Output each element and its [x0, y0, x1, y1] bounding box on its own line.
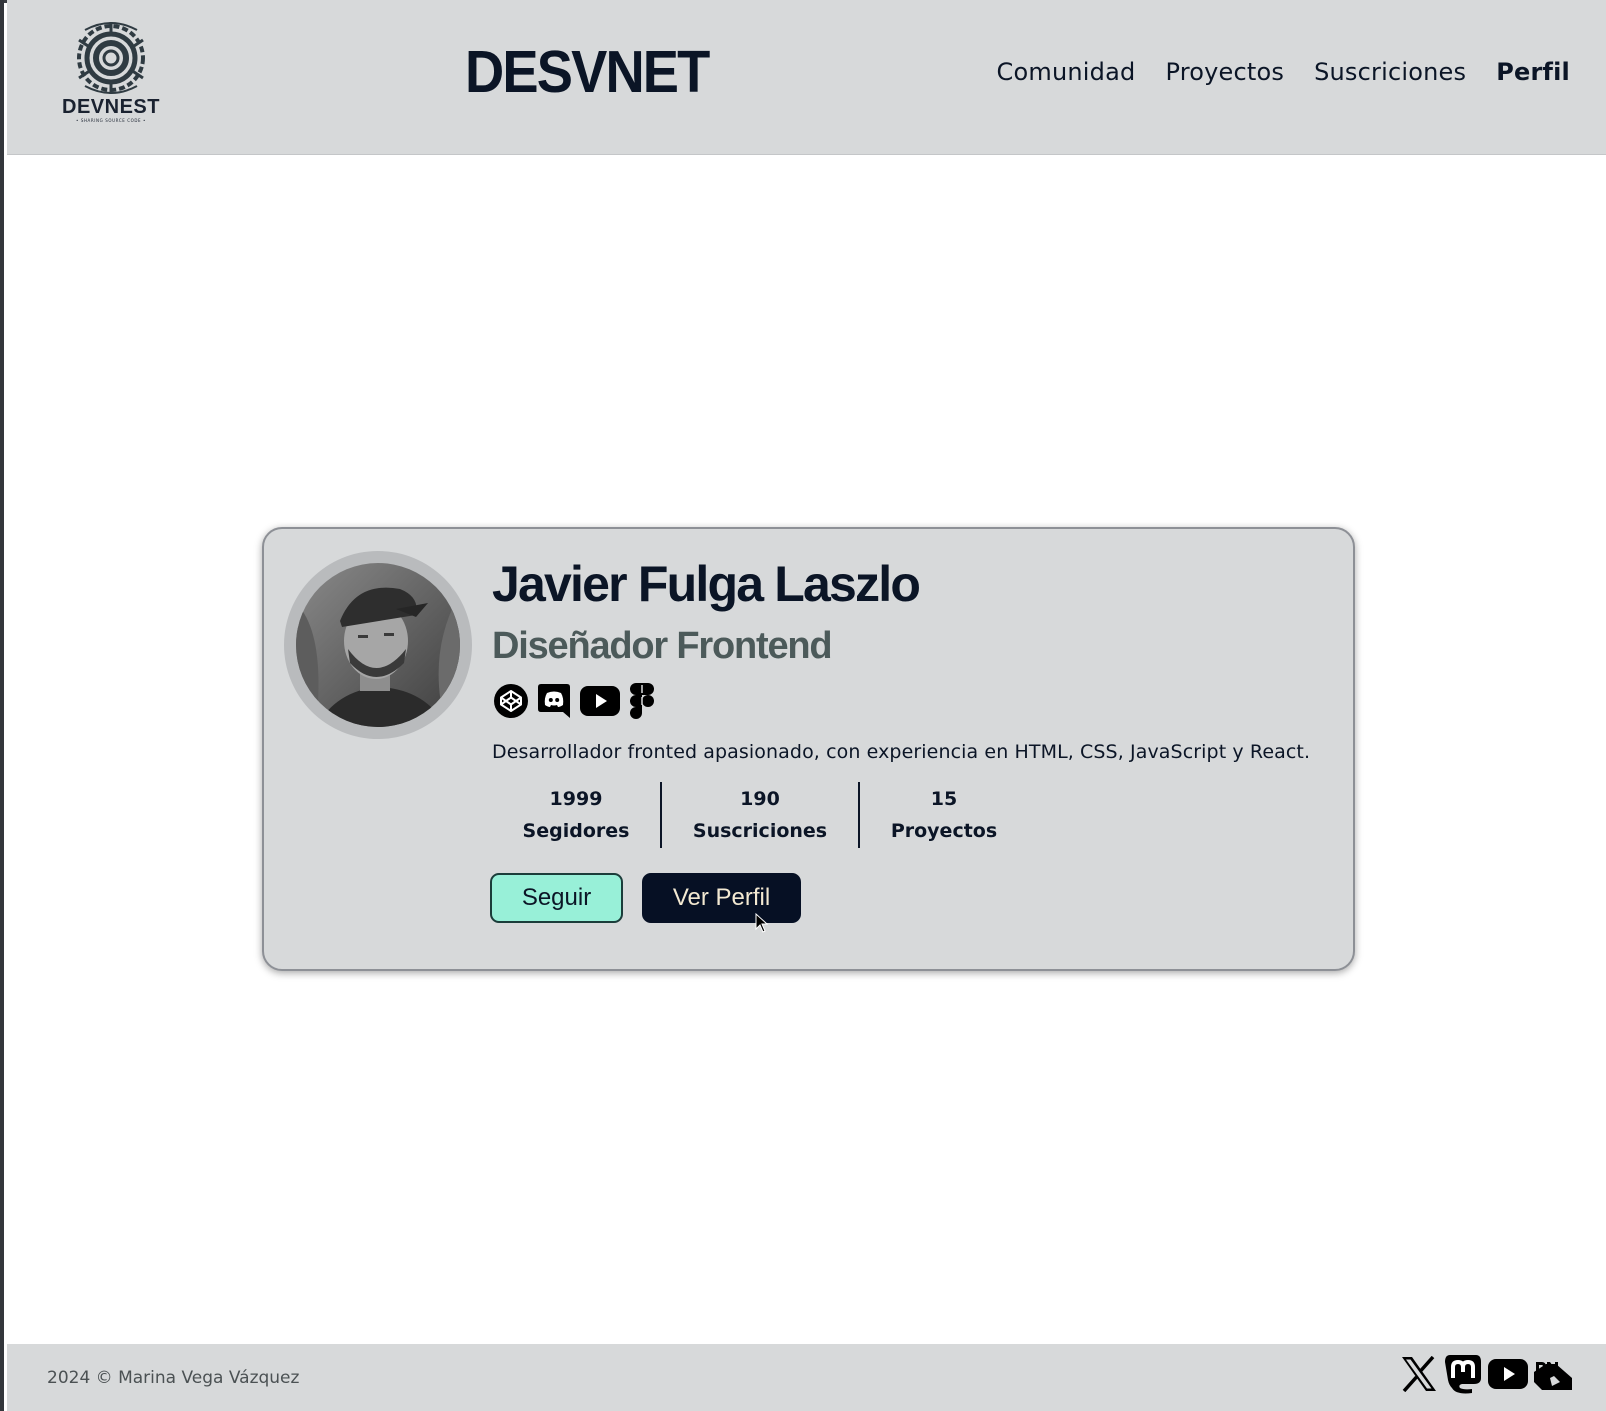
- copyright-text: 2024 © Marina Vega Vázquez: [47, 1368, 300, 1388]
- stat-label: Segidores: [522, 820, 630, 842]
- main-nav: Comunidad Proyectos Suscriciones Perfil: [997, 58, 1570, 86]
- nav-item-perfil[interactable]: Perfil: [1496, 58, 1570, 86]
- youtube-icon[interactable]: [1488, 1359, 1528, 1389]
- page: DEVNEST • SHARING SOURCE CODE • DESVNET …: [0, 0, 1606, 1411]
- site-title[interactable]: DESVNET: [465, 38, 710, 106]
- stat-subscriptions[interactable]: 190 Suscriciones: [662, 782, 858, 848]
- logo-text: DEVNEST: [62, 96, 160, 118]
- stat-label: Proyectos: [890, 820, 998, 842]
- dev-icon[interactable]: [1534, 1358, 1572, 1390]
- discord-icon[interactable]: [538, 684, 570, 718]
- site-footer: 2024 © Marina Vega Vázquez: [7, 1344, 1606, 1411]
- logo-tagline: • SHARING SOURCE CODE •: [75, 118, 146, 123]
- stat-projects[interactable]: 15 Proyectos: [860, 782, 1028, 848]
- nav-item-comunidad[interactable]: Comunidad: [997, 58, 1136, 86]
- nav-item-suscriciones[interactable]: Suscriciones: [1314, 58, 1466, 86]
- x-icon[interactable]: [1400, 1356, 1438, 1392]
- profile-stats: 1999 Segidores 190 Suscriciones 15 Proye…: [492, 782, 1028, 848]
- avatar-ring: [284, 551, 472, 739]
- profile-role: Diseñador Frontend: [492, 625, 833, 667]
- social-links: [494, 683, 654, 719]
- footer-social-links: [1400, 1354, 1572, 1394]
- mastodon-icon[interactable]: [1444, 1354, 1482, 1394]
- stat-followers[interactable]: 1999 Segidores: [492, 782, 660, 848]
- profile-bio: Desarrollador fronted apasionado, con ex…: [492, 741, 1311, 763]
- view-profile-button[interactable]: Ver Perfil: [642, 873, 801, 923]
- figma-icon[interactable]: [630, 683, 654, 719]
- profile-name: Javier Fulga Laszlo: [492, 556, 921, 612]
- stat-label: Suscriciones: [692, 820, 828, 842]
- profile-card: Javier Fulga Laszlo Diseñador Frontend D…: [262, 527, 1355, 971]
- devnest-logo[interactable]: DEVNEST • SHARING SOURCE CODE •: [61, 20, 161, 126]
- youtube-icon[interactable]: [580, 686, 620, 716]
- codepen-icon[interactable]: [494, 684, 528, 718]
- mouse-cursor-icon: [755, 913, 769, 933]
- avatar[interactable]: [296, 563, 460, 727]
- stat-value: 190: [740, 788, 780, 810]
- follow-button[interactable]: Seguir: [490, 873, 623, 923]
- nav-item-proyectos[interactable]: Proyectos: [1165, 58, 1284, 86]
- stat-value: 15: [930, 788, 958, 810]
- stat-value: 1999: [549, 788, 603, 810]
- logo-emblem-icon: [77, 22, 145, 94]
- site-header: DEVNEST • SHARING SOURCE CODE • DESVNET …: [7, 0, 1606, 155]
